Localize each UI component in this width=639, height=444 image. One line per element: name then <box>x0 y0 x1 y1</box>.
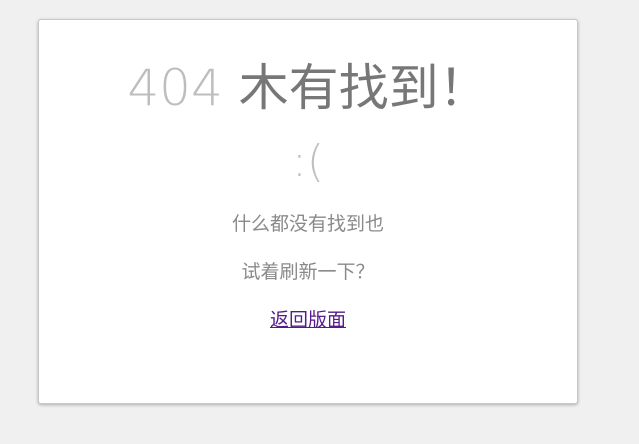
error-card: 404 木有找到！ :( 什么都没有找到也 试着刷新一下？ 返回版面 <box>38 19 578 404</box>
error-message: 木有找到！ <box>238 59 489 117</box>
error-headline: 404 木有找到！ <box>39 58 577 118</box>
nothing-found-text: 什么都没有找到也 <box>231 213 384 235</box>
error-code: 404 <box>127 59 223 117</box>
back-link-container: 返回版面 <box>39 307 577 333</box>
try-refresh-text: 试着刷新一下？ <box>241 261 375 283</box>
sad-face: :( <box>292 136 324 187</box>
back-to-board-link[interactable]: 返回版面 <box>270 309 346 331</box>
